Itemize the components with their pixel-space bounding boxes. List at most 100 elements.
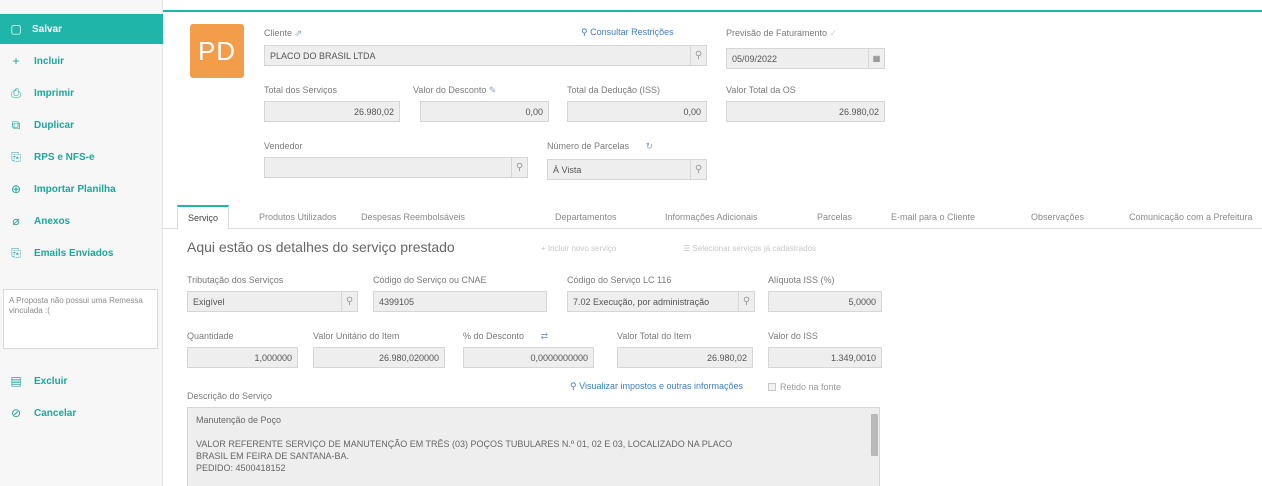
description-line: Manutenção de Poço	[196, 415, 282, 425]
client-avatar: PD	[190, 24, 244, 78]
discount-percent-label: % do Desconto ⇄	[463, 331, 549, 341]
delete-label: Excluir	[34, 375, 68, 387]
discount-value-field: 0,00	[420, 101, 549, 122]
tab-comunicacao-prefeitura[interactable]: Comunicação com a Prefeitura	[1129, 205, 1253, 229]
plus-icon: +	[12, 54, 20, 68]
iss-rate-field[interactable]: 5,0000	[768, 291, 882, 312]
iss-value-field: 1.349,0010	[768, 347, 882, 368]
search-icon[interactable]: ⚲	[690, 46, 706, 65]
top-accent-line	[163, 10, 1262, 12]
delete-button[interactable]: ▤ Excluir	[0, 366, 163, 396]
section-title: Aqui estão os detalhes do serviço presta…	[187, 239, 455, 255]
sidebar: ▢ Salvar + Incluir ⎙ Imprimir ⧉ Duplicar…	[0, 0, 163, 486]
client-field[interactable]: PLACO DO BRASIL LTDA ⚲	[264, 45, 707, 66]
unit-value-label: Valor Unitário do Item	[313, 331, 400, 341]
os-total-field: 26.980,02	[726, 101, 885, 122]
quantity-field[interactable]: 1,000000	[187, 347, 298, 368]
item-total-label: Valor Total do Item	[617, 331, 692, 341]
deduction-total-field: 0,00	[567, 101, 707, 122]
description-scrollbar[interactable]	[871, 414, 878, 456]
tab-departamentos[interactable]: Departamentos	[555, 205, 617, 229]
billing-forecast-value: 05/09/2022	[732, 53, 778, 64]
tab-email-cliente[interactable]: E-mail para o Cliente	[891, 205, 975, 229]
print-label: Imprimir	[34, 87, 75, 99]
duplicate-button[interactable]: ⧉ Duplicar	[0, 110, 163, 140]
document-send-icon: ⎘	[11, 149, 21, 164]
external-link-icon[interactable]: ⇗	[295, 28, 303, 38]
import-icon: ⊕	[10, 182, 22, 196]
billing-forecast-field[interactable]: 05/09/2022 ▦	[726, 48, 885, 69]
print-button[interactable]: ⎙ Imprimir	[0, 78, 163, 108]
printer-icon: ⎙	[11, 85, 21, 100]
cancel-label: Cancelar	[34, 407, 77, 419]
pencil-icon[interactable]: ✎	[489, 85, 497, 95]
tab-observacoes[interactable]: Observações	[1031, 205, 1084, 229]
checkbox-icon[interactable]	[768, 383, 776, 391]
save-icon: ▢	[10, 22, 22, 36]
os-total-label: Valor Total da OS	[726, 85, 796, 95]
description-line	[196, 426, 871, 438]
billing-forecast-label: Previsão de Faturamento ✓	[726, 28, 838, 38]
save-button[interactable]: ▢ Salvar	[0, 14, 163, 44]
cancel-icon: ⊘	[10, 406, 22, 420]
item-total-field: 26.980,02	[617, 347, 753, 368]
sent-emails-button[interactable]: ⎘ Emails Enviados	[0, 238, 163, 268]
search-icon[interactable]: ⚲	[738, 292, 754, 311]
rps-nfse-button[interactable]: ⎘ RPS e NFS-e	[0, 142, 163, 172]
duplicate-icon: ⧉	[11, 117, 21, 132]
tab-produtos-utilizados[interactable]: Produtos Utilizados	[259, 205, 337, 229]
magnifier-icon: ⚲	[570, 381, 577, 391]
client-label: Cliente ⇗	[264, 28, 303, 38]
iss-value-label: Valor do ISS	[768, 331, 818, 341]
total-services-field: 26.980,02	[264, 101, 400, 122]
view-taxes-link[interactable]: ⚲ Visualizar impostos e outras informaçõ…	[570, 381, 743, 392]
cancel-button[interactable]: ⊘ Cancelar	[0, 398, 163, 428]
seller-label: Vendedor	[264, 141, 303, 151]
select-registered-services-link[interactable]: ☰ Selecionar serviços já cadastrados	[683, 244, 816, 253]
withheld-checkbox[interactable]: Retido na fonte	[768, 382, 841, 392]
quantity-label: Quantidade	[187, 331, 234, 341]
rps-nfse-label: RPS e NFS-e	[34, 151, 95, 163]
total-services-label: Total dos Serviços	[264, 85, 338, 95]
tab-parcelas[interactable]: Parcelas	[817, 205, 852, 229]
cnae-code-label: Código do Serviço ou CNAE	[373, 275, 487, 285]
search-icon[interactable]: ⚲	[341, 292, 357, 311]
add-button[interactable]: + Incluir	[0, 46, 163, 76]
service-description-textarea[interactable]: Manutenção de Poço VALOR REFERENTE SERVI…	[187, 407, 880, 486]
check-icon: ✓	[829, 28, 838, 38]
magnifier-icon: ⚲	[581, 27, 588, 37]
discount-percent-field[interactable]: 0,0000000000	[463, 347, 594, 368]
iss-rate-label: Alíquota ISS (%)	[768, 275, 835, 285]
consult-restrictions-link[interactable]: ⚲ Consultar Restrições	[581, 27, 674, 38]
refresh-icon[interactable]: ↻	[646, 141, 654, 151]
taxation-field[interactable]: Exigível ⚲	[187, 291, 358, 312]
send-icon: ⎘	[11, 245, 21, 260]
tab-despesas-reembolsaveis[interactable]: Despesas Reembolsáveis	[361, 205, 465, 229]
description-line: BRASIL EM FEIRA DE SANTANA-BA.	[196, 451, 350, 461]
description-line: PEDIDO: 4500418152	[196, 463, 286, 473]
duplicate-label: Duplicar	[34, 119, 75, 131]
save-label: Salvar	[32, 23, 63, 35]
description-line: VALOR REFERENTE SERVIÇO DE MANUTENÇÃO EM…	[196, 439, 733, 449]
tab-servico[interactable]: Serviço	[177, 205, 230, 230]
cnae-code-field[interactable]: 4399105	[373, 291, 547, 312]
add-label: Incluir	[34, 55, 65, 67]
attachments-button[interactable]: ⌀ Anexos	[0, 206, 163, 236]
deduction-total-label: Total da Dedução (ISS)	[567, 85, 661, 95]
calendar-icon[interactable]: ▦	[868, 49, 884, 68]
search-icon[interactable]: ⚲	[511, 158, 527, 177]
taxation-label: Tributação dos Serviços	[187, 275, 284, 285]
service-description-label: Descrição do Serviço	[187, 391, 273, 401]
lc116-code-label: Código do Serviço LC 116	[567, 275, 672, 285]
unit-value-field[interactable]: 26.980,020000	[313, 347, 445, 368]
import-spreadsheet-label: Importar Planilha	[34, 183, 116, 195]
installments-field[interactable]: À Vista ⚲	[547, 159, 707, 180]
swap-icon[interactable]: ⇄	[541, 331, 549, 341]
seller-field[interactable]: ⚲	[264, 157, 528, 178]
search-icon[interactable]: ⚲	[690, 160, 706, 179]
add-new-service-link[interactable]: + Incluir novo serviço	[541, 244, 616, 253]
installments-value: À Vista	[553, 164, 582, 175]
import-spreadsheet-button[interactable]: ⊕ Importar Planilha	[0, 174, 163, 204]
lc116-code-field[interactable]: 7.02 Execução, por administração ⚲	[567, 291, 755, 312]
tab-informacoes-adicionais[interactable]: Informações Adicionais	[665, 205, 758, 229]
